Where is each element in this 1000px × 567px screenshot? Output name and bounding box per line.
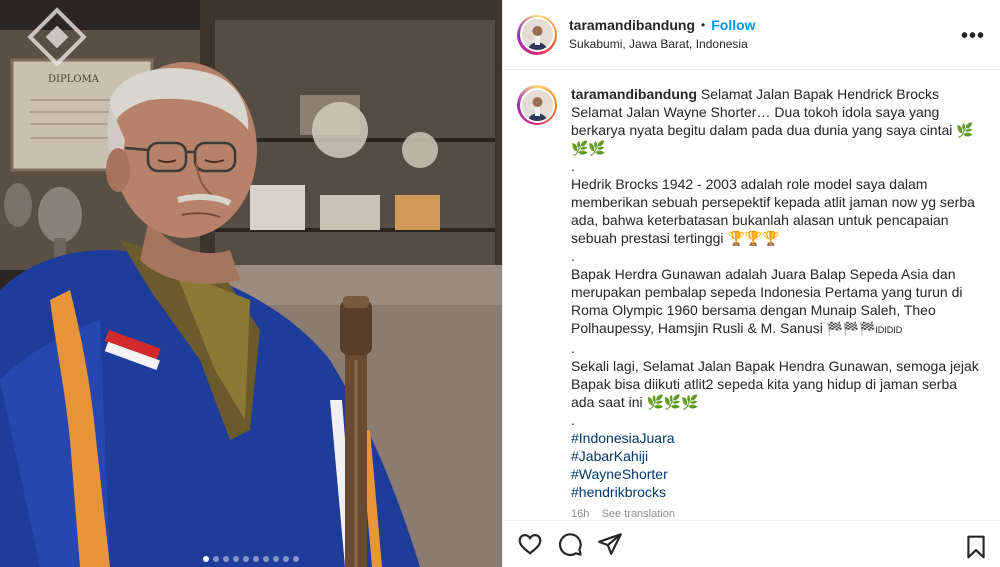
flag-suffix: IDIDID	[875, 325, 903, 335]
trophy-emojis: 🏆🏆🏆	[727, 230, 780, 246]
location-link[interactable]: Sukabumi, Jawa Barat, Indonesia	[569, 37, 756, 52]
follow-button[interactable]: Follow	[711, 17, 755, 35]
photo-illustration: DIPLOMA	[0, 0, 502, 567]
carousel-dot[interactable]	[233, 556, 239, 562]
caption-dot-2: .	[571, 248, 575, 264]
carousel-dot[interactable]	[203, 556, 209, 562]
carousel-dot[interactable]	[253, 556, 259, 562]
caption-dot-3: .	[571, 340, 575, 356]
carousel-dot[interactable]	[273, 556, 279, 562]
carousel-dot[interactable]	[243, 556, 249, 562]
caption-row: taramandibandung Selamat Jalan Bapak Hen…	[503, 71, 1000, 517]
action-bar	[503, 520, 1000, 567]
caption-text: taramandibandung Selamat Jalan Bapak Hen…	[571, 85, 981, 517]
more-options-icon[interactable]: •••	[961, 26, 985, 46]
caption-username[interactable]: taramandibandung	[571, 86, 697, 102]
hashtag-link[interactable]: #IndonesiaJuara	[571, 429, 981, 447]
post-header: taramandibandung • Follow Sukabumi, Jawa…	[503, 0, 1000, 70]
caption-avatar-image	[521, 89, 553, 121]
see-translation-link[interactable]: See translation	[602, 508, 675, 517]
avatar[interactable]	[517, 14, 557, 55]
flag-emojis: 🏁🏁🏁	[826, 321, 876, 336]
hashtag-link[interactable]: #WayneShorter	[571, 465, 981, 483]
carousel-next-edge[interactable]	[492, 230, 502, 260]
diploma-label: DIPLOMA	[48, 74, 100, 85]
paper-plane-icon[interactable]	[597, 531, 623, 557]
header-username[interactable]: taramandibandung	[569, 17, 695, 35]
caption-paragraph-4: Sekali lagi, Selamat Jalan Bapak Hendra …	[571, 358, 979, 410]
header-text: taramandibandung • Follow Sukabumi, Jawa…	[569, 17, 756, 53]
caption-dot-1: .	[571, 158, 575, 174]
carousel-dot[interactable]	[283, 556, 289, 562]
post-time: 16h	[571, 508, 590, 517]
post-panel: taramandibandung • Follow Sukabumi, Jawa…	[502, 0, 1000, 567]
caption-line2: Selamat Jalan Wayne Shorter… Dua tokoh i…	[571, 104, 953, 138]
comments-area[interactable]: taramandibandung Selamat Jalan Bapak Hen…	[503, 71, 1000, 517]
caption-avatar[interactable]	[517, 85, 557, 125]
caption-meta: 16h See translation	[571, 505, 981, 517]
hashtag-link[interactable]: #hendrikbrocks	[571, 483, 981, 501]
leaf-emojis-2: 🌿🌿🌿	[646, 394, 699, 410]
carousel-dot[interactable]	[293, 556, 299, 562]
caption-paragraph-3: Bapak Herdra Gunawan adalah Juara Balap …	[571, 266, 963, 336]
post-photo[interactable]: DIPLOMA	[0, 0, 502, 567]
hashtag-link[interactable]: #JabarKahiji	[571, 447, 981, 465]
carousel-dots	[0, 556, 502, 562]
heart-icon[interactable]	[517, 531, 543, 557]
caption-line1: Selamat Jalan Bapak Hendrick Brocks	[700, 86, 940, 102]
comment-icon[interactable]	[557, 531, 583, 557]
header-separator: •	[701, 18, 706, 32]
carousel-dot[interactable]	[263, 556, 269, 562]
avatar-image	[521, 19, 553, 50]
carousel-dot[interactable]	[213, 556, 219, 562]
instagram-post: DIPLOMA taramandibandung • Follow Sukabu…	[0, 0, 1000, 567]
carousel-dot[interactable]	[223, 556, 229, 562]
bookmark-icon[interactable]	[963, 534, 989, 560]
caption-dot-4: .	[571, 412, 575, 428]
